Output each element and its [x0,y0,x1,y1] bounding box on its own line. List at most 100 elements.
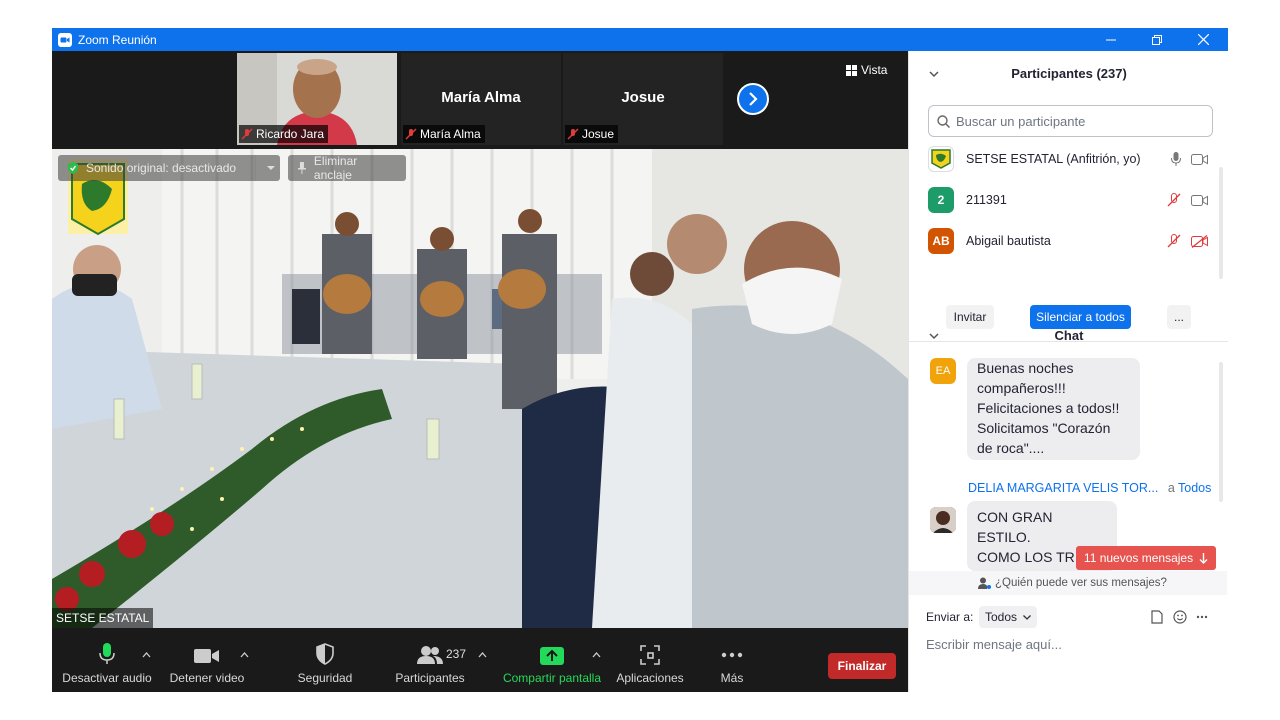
unpin-label: Eliminar anclaje [313,154,358,182]
chat-message-line: CON GRAN ESTILO. [977,509,1053,545]
new-messages-button[interactable]: 11 nuevos mensajes [1076,546,1216,570]
unpin-button[interactable]: Eliminar anclaje [288,154,406,182]
more-dots-icon[interactable] [1196,615,1208,619]
chat-scrollbar[interactable] [1219,362,1223,502]
participant-tile-ricardo[interactable]: Ricardo Jara [237,53,397,145]
invite-button[interactable]: Invitar [946,305,994,329]
participant-label: Josue [565,125,619,143]
chat-to-prefix: a [1167,481,1175,495]
participant-display-name: María Alma [441,89,521,106]
microphone-icon [99,643,115,664]
zoom-app-icon [58,32,72,47]
participant-row[interactable]: SETSE ESTATAL (Anfitrión, yo) [928,144,1208,174]
participant-count: 237 [446,647,467,661]
chat-message-input[interactable]: Escribir mensaje aquí... [926,637,1062,652]
chat-message-line: compañeros!!! [977,380,1066,396]
participant-row[interactable]: 2 211391 [928,185,1208,215]
participant-display-name: Josue [621,89,665,106]
participants-more-button[interactable]: ... [1167,305,1191,329]
share-screen-icon [540,647,564,665]
user-photo-icon [930,507,956,533]
participant-tile-maria[interactable]: María Alma María Alma [401,53,561,145]
participants-panel-title: Participantes (237) [1011,66,1127,81]
send-to-label: Enviar a: [926,610,974,624]
shield-check-icon [68,162,78,174]
zoom-window: Zoom Reunión Ricardo Jara María Alma Mar… [52,28,1228,692]
participant-label: Ricardo Jara [239,125,329,143]
side-panel: Participantes (237) Buscar un participan… [908,51,1228,692]
participants-icon [417,646,443,664]
user-eye-icon [978,577,991,589]
speaker-name-label: SETSE ESTATAL [52,608,154,628]
share-screen-button[interactable]: Compartir pantalla [498,628,606,692]
restore-button[interactable] [1134,28,1180,51]
grid-view-icon [846,64,857,76]
more-button[interactable]: Más [708,628,756,692]
meeting-toolbar: Desactivar audio Detener video Seguridad… [52,628,908,692]
security-label: Seguridad [297,671,353,685]
main-video: Sonido original: desactivado Eliminar an… [52,149,908,628]
chevron-up-icon [240,652,249,658]
audio-options-caret[interactable] [142,650,151,661]
video-camera-icon[interactable] [1191,194,1208,206]
video-camera-icon[interactable] [1191,153,1208,165]
apps-label: Aplicaciones [616,671,684,685]
participants-options-caret[interactable] [478,650,487,661]
participant-tile-josue[interactable]: Josue Josue [563,53,723,145]
participant-name: Ricardo Jara [256,127,325,141]
gallery-strip: Ricardo Jara María Alma María Alma Josue… [52,51,908,147]
participant-row[interactable]: AB Abigail bautista [928,226,1208,256]
close-button[interactable] [1180,28,1226,51]
search-icon [937,114,950,128]
chat-messages: EA Buenas noches compañeros!!! Felicitac… [909,358,1227,571]
next-page-button[interactable] [737,83,769,115]
participant-controls [1167,234,1208,248]
apps-button[interactable]: Aplicaciones [612,628,688,692]
chevron-up-icon [592,652,601,658]
video-off-icon[interactable] [1191,234,1208,248]
apps-icon [640,645,660,665]
emoji-icon[interactable] [1173,610,1187,624]
participant-name: 211391 [966,193,1007,207]
minimize-button[interactable] [1088,28,1134,51]
microphone-icon[interactable] [1171,152,1181,166]
chevron-down-icon[interactable] [262,163,280,173]
more-label: Más [720,671,744,685]
logo-avatar-icon [931,149,951,169]
stop-video-label: Detener video [169,671,245,685]
divider [255,155,256,181]
security-button[interactable]: Seguridad [288,628,362,692]
avatar [928,146,954,172]
chevron-down-icon [1023,614,1031,620]
original-sound-pill[interactable]: Sonido original: desactivado [58,155,280,181]
chat-message-line: Solicitamos "Corazón [977,420,1111,436]
mute-audio-label: Desactivar audio [62,671,152,685]
participant-label: María Alma [403,125,485,143]
stop-video-button[interactable]: Detener video [164,628,250,692]
more-dots-icon [721,652,743,658]
muted-mic-icon[interactable] [1167,234,1181,248]
file-icon[interactable] [1151,610,1163,624]
chevron-right-icon [749,92,758,106]
chat-sender-line: DELIA MARGARITA VELIS TOR... a Todos [968,481,1211,495]
chevron-up-icon [142,652,151,658]
participant-controls [1167,193,1208,207]
end-meeting-button[interactable]: Finalizar [828,653,896,679]
title-bar: Zoom Reunión [52,28,1228,51]
share-options-caret[interactable] [592,650,601,661]
avatar: AB [928,228,954,254]
chat-recipient: Todos [1178,481,1212,495]
participants-scrollbar[interactable] [1219,167,1223,279]
who-can-see-link[interactable]: ¿Quién puede ver sus mensajes? [909,571,1227,595]
participant-search-input[interactable]: Buscar un participante [928,105,1213,137]
pin-icon [297,162,306,174]
speaker-video-frame [52,149,908,628]
muted-mic-icon[interactable] [1167,193,1181,207]
video-options-caret[interactable] [240,650,249,661]
view-button[interactable]: Vista [846,63,887,77]
restore-icon [1152,34,1162,45]
mute-audio-button[interactable]: Desactivar audio [60,628,154,692]
chat-sender-name[interactable]: DELIA MARGARITA VELIS TOR... [968,481,1158,495]
mute-all-button[interactable]: Silenciar a todos [1030,305,1131,329]
send-to-dropdown[interactable]: Todos [979,606,1038,628]
